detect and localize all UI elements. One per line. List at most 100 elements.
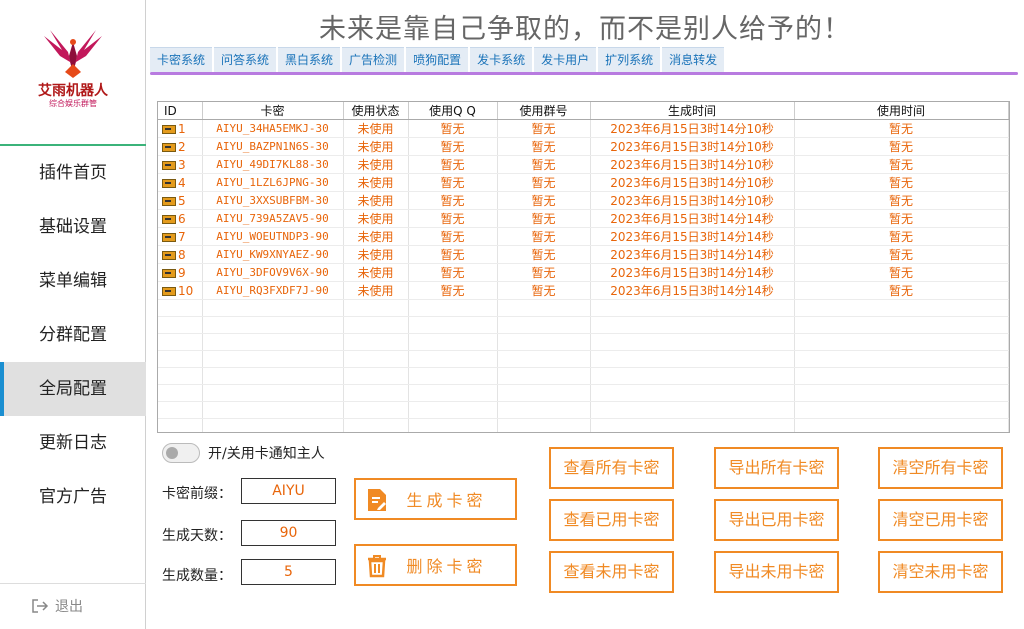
tab-underline <box>150 72 1018 75</box>
table-row[interactable]: 9 AIYU_3DFOV9V6X-90 未使用 暂无 暂无 2023年6月15日3时14分… <box>158 263 1009 282</box>
table-cell-empty <box>408 367 498 385</box>
sidebar-item-global-config[interactable]: 全局配置 <box>0 362 146 416</box>
table-cell-empty <box>343 333 409 351</box>
sidebar-item-basic-settings[interactable]: 基础设置 <box>0 200 146 254</box>
prefix-input[interactable] <box>241 478 336 504</box>
table-cell-empty <box>158 401 203 419</box>
table-cell-empty <box>794 384 1009 402</box>
notify-owner-toggle[interactable] <box>162 443 200 463</box>
count-label: 生成数量： <box>162 568 232 584</box>
table-cell: AIYU_KW9XNYAEZ-90 <box>202 245 344 264</box>
page-slogan: 未来是靠自己争取的，而不是别人给予的！ <box>319 14 851 45</box>
column-header[interactable]: 使用Q Q <box>408 102 498 120</box>
table-row[interactable]: 5 AIYU_3XXSUBFBM-30 未使用 暂无 暂无 2023年6月15日3时14分… <box>158 191 1009 210</box>
card-table[interactable]: ID 卡密 使用状态 使用Q Q 使用群号 生成时间 使用时间 1 AIYU_34… <box>157 101 1010 433</box>
table-row[interactable]: 3 AIYU_49DI7KL88-30 未使用 暂无 暂无 2023年6月15日3时14分… <box>158 155 1009 174</box>
table-cell-empty <box>590 299 795 317</box>
table-cell-empty <box>590 384 795 402</box>
table-cell: 未使用 <box>343 245 409 264</box>
table-cell: 暂无 <box>794 263 1009 282</box>
table-cell-empty <box>343 367 409 385</box>
column-header[interactable]: 使用状态 <box>343 102 409 120</box>
table-cell-empty <box>794 333 1009 351</box>
table-row[interactable]: 4 AIYU_1LZL6JPNG-30 未使用 暂无 暂无 2023年6月15日3时14分… <box>158 173 1009 192</box>
table-cell: AIYU_3XXSUBFBM-30 <box>202 191 344 210</box>
table-cell-empty <box>158 350 203 368</box>
cell-id: 1 <box>158 119 203 138</box>
table-row[interactable]: 6 AIYU_739A5ZAV5-90 未使用 暂无 暂无 2023年6月15日3时14分… <box>158 209 1009 228</box>
logout-button[interactable]: 退出 <box>0 583 146 629</box>
cell-id: 6 <box>158 209 203 228</box>
tab-expand-system[interactable]: 扩列系统 <box>598 47 661 72</box>
column-header[interactable]: 卡密 <box>202 102 344 120</box>
sidebar-item-official-ads[interactable]: 官方广告 <box>0 470 146 524</box>
table-row[interactable]: 7 AIYU_WOEUTNDP3-90 未使用 暂无 暂无 2023年6月15日3时14分… <box>158 227 1009 246</box>
table-row[interactable]: 1 AIYU_34HA5EMKJ-30 未使用 暂无 暂无 2023年6月15日3时14分… <box>158 119 1009 138</box>
tab-card-issue-users[interactable]: 发卡用户 <box>534 47 597 72</box>
card-row-icon <box>162 142 176 152</box>
column-header[interactable]: 生成时间 <box>590 102 795 120</box>
card-row-icon <box>162 232 176 242</box>
tab-qa-system[interactable]: 问答系统 <box>214 47 277 72</box>
export-all-cards-button[interactable]: 导出所有卡密 <box>714 447 839 489</box>
table-row-empty <box>158 316 1009 334</box>
table-cell: AIYU_RQ3FXDF7J-90 <box>202 281 344 300</box>
sidebar-item-home[interactable]: 插件首页 <box>0 146 146 200</box>
table-row[interactable]: 10 AIYU_RQ3FXDF7J-90 未使用 暂无 暂无 2023年6月15日3时14… <box>158 281 1009 300</box>
table-cell: AIYU_34HA5EMKJ-30 <box>202 119 344 138</box>
table-cell-empty <box>343 350 409 368</box>
tab-card-issue-system[interactable]: 发卡系统 <box>470 47 533 72</box>
clear-all-cards-button[interactable]: 清空所有卡密 <box>878 447 1003 489</box>
table-cell: 未使用 <box>343 281 409 300</box>
table-cell: 暂无 <box>794 137 1009 156</box>
cell-id-text: 1 <box>178 121 186 136</box>
view-unused-cards-button[interactable]: 查看未用卡密 <box>549 551 674 593</box>
export-used-cards-button[interactable]: 导出已用卡密 <box>714 499 839 541</box>
generate-cards-button[interactable]: 生成卡密 <box>354 478 517 520</box>
table-row[interactable]: 8 AIYU_KW9XNYAEZ-90 未使用 暂无 暂无 2023年6月15日3时14分… <box>158 245 1009 264</box>
table-cell: 暂无 <box>408 281 498 300</box>
generate-cards-label: 生成卡密 <box>406 491 487 510</box>
tab-card-system[interactable]: 卡密系统 <box>150 47 213 72</box>
tab-message-forward[interactable]: 消息转发 <box>662 47 725 72</box>
cell-id: 8 <box>158 245 203 264</box>
sidebar-item-menu-edit[interactable]: 菜单编辑 <box>0 254 146 308</box>
clear-unused-cards-button[interactable]: 清空未用卡密 <box>878 551 1003 593</box>
column-header[interactable]: 使用时间 <box>794 102 1009 120</box>
table-cell: 未使用 <box>343 263 409 282</box>
table-cell-empty <box>408 299 498 317</box>
clear-used-cards-button[interactable]: 清空已用卡密 <box>878 499 1003 541</box>
trash-icon <box>368 555 386 578</box>
delete-cards-button[interactable]: 删除卡密 <box>354 544 517 586</box>
cell-id-text: 5 <box>178 193 186 208</box>
days-input[interactable] <box>241 520 336 546</box>
column-header[interactable]: 使用群号 <box>497 102 591 120</box>
table-cell-empty <box>794 401 1009 419</box>
table-cell-empty <box>794 350 1009 368</box>
table-cell-empty <box>202 384 344 402</box>
column-header[interactable]: ID <box>158 102 203 120</box>
table-cell: 暂无 <box>408 227 498 246</box>
tab-spray-config[interactable]: 喷狗配置 <box>406 47 469 72</box>
table-cell: 2023年6月15日3时14分14秒 <box>590 281 795 300</box>
sidebar: 艾雨机器人 综合娱乐群管 插件首页 基础设置 菜单编辑 分群配置 全局配置 更新… <box>0 0 146 629</box>
table-cell-empty <box>794 299 1009 317</box>
table-cell: 暂无 <box>408 209 498 228</box>
view-used-cards-button[interactable]: 查看已用卡密 <box>549 499 674 541</box>
tab-bar: 卡密系统 问答系统 黑白系统 广告检测 喷狗配置 发卡系统 发卡用户 扩列系统 … <box>150 47 725 73</box>
export-unused-cards-button[interactable]: 导出未用卡密 <box>714 551 839 593</box>
count-input[interactable] <box>241 559 336 585</box>
table-row-empty <box>158 418 1009 432</box>
tab-blackwhite-system[interactable]: 黑白系统 <box>278 47 341 72</box>
tab-ad-detection[interactable]: 广告检测 <box>342 47 405 72</box>
table-cell-empty <box>497 384 591 402</box>
table-row[interactable]: 2 AIYU_BAZPN1N6S-30 未使用 暂无 暂无 2023年6月15日3时14分… <box>158 137 1009 156</box>
table-cell-empty <box>343 316 409 334</box>
view-all-cards-button[interactable]: 查看所有卡密 <box>549 447 674 489</box>
table-cell: 2023年6月15日3时14分14秒 <box>590 245 795 264</box>
table-cell: 暂无 <box>497 245 591 264</box>
table-cell-empty <box>497 299 591 317</box>
sidebar-item-group-config[interactable]: 分群配置 <box>0 308 146 362</box>
sidebar-nav: 插件首页 基础设置 菜单编辑 分群配置 全局配置 更新日志 官方广告 <box>0 146 146 524</box>
sidebar-item-changelog[interactable]: 更新日志 <box>0 416 146 470</box>
